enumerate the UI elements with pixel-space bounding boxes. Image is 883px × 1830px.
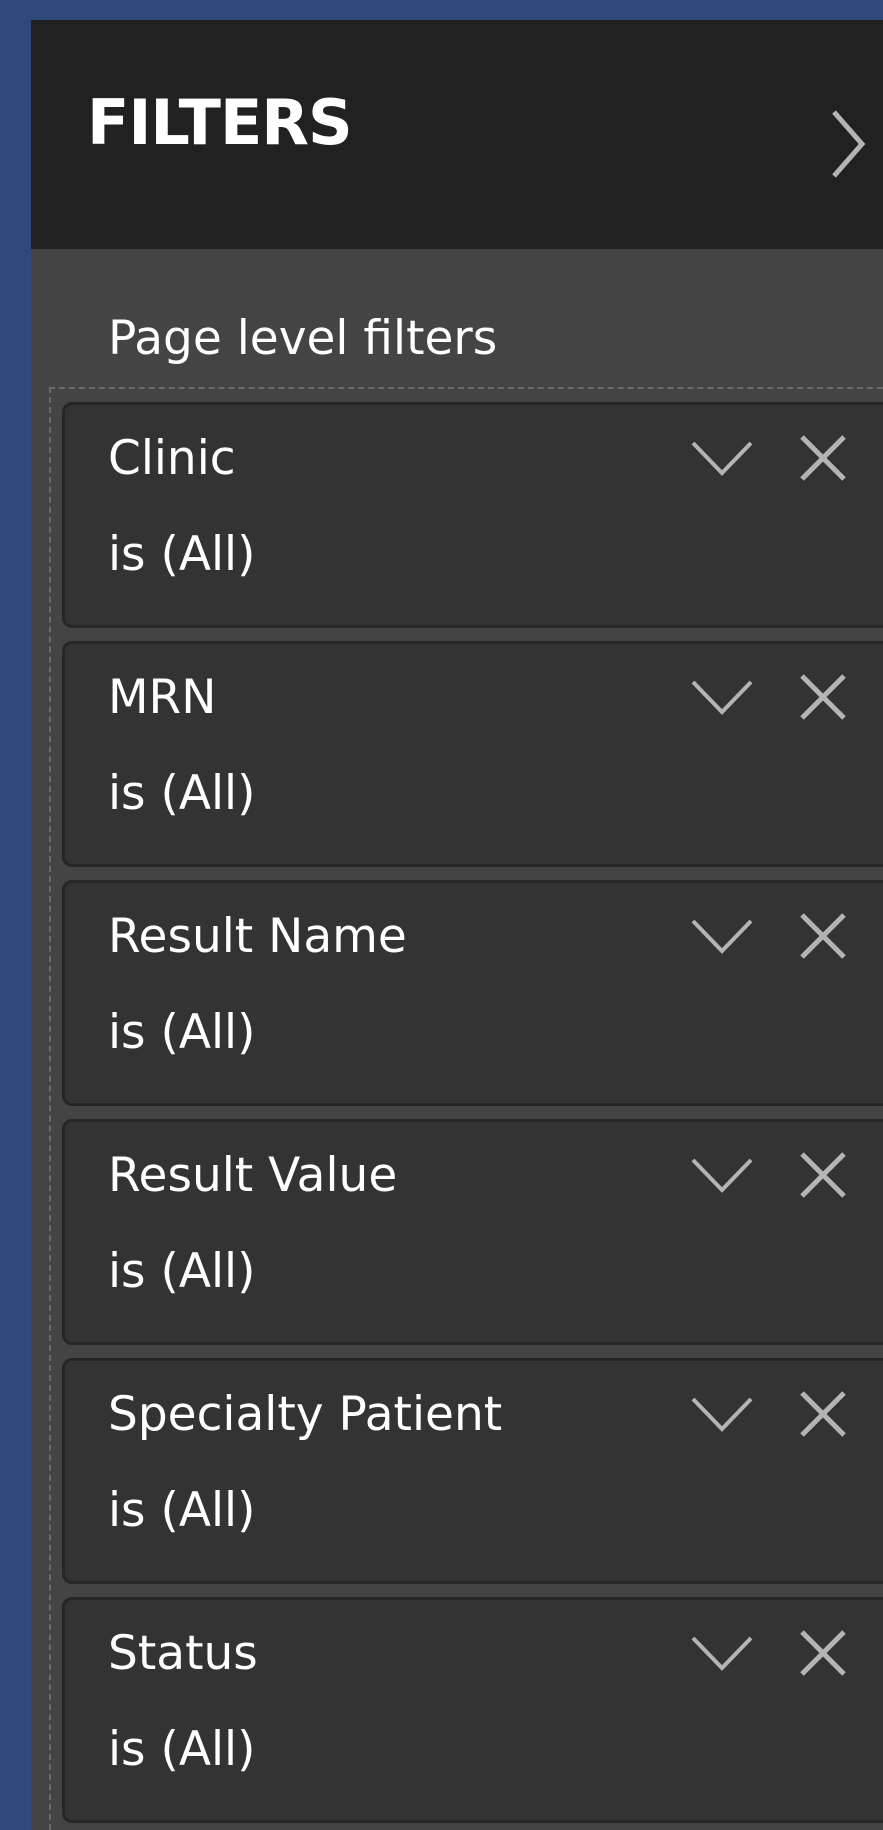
collapse-pane-button[interactable] xyxy=(818,104,878,184)
remove-filter-button[interactable] xyxy=(792,1144,854,1206)
remove-filter-button[interactable] xyxy=(792,1383,854,1445)
filter-card-clinic[interactable]: Clinic is (All) xyxy=(62,402,883,628)
chevron-down-icon xyxy=(691,1397,753,1432)
expand-filter-button[interactable] xyxy=(687,668,757,728)
filter-state: is (All) xyxy=(108,527,256,582)
filters-pane: FILTERS Page level filters Clinic is (Al… xyxy=(31,20,883,1830)
close-icon xyxy=(800,1630,846,1676)
remove-filter-button[interactable] xyxy=(792,427,854,489)
filter-state: is (All) xyxy=(108,1722,256,1777)
close-icon xyxy=(800,674,846,720)
filter-name: Status xyxy=(108,1626,258,1681)
filter-name: MRN xyxy=(108,670,217,725)
expand-filter-button[interactable] xyxy=(687,1385,757,1445)
expand-filter-button[interactable] xyxy=(687,1624,757,1684)
filter-name: Specialty Patient xyxy=(108,1387,503,1442)
filter-state: is (All) xyxy=(108,1244,256,1299)
filter-state: is (All) xyxy=(108,766,256,821)
expand-filter-button[interactable] xyxy=(687,429,757,489)
close-icon xyxy=(800,1152,846,1198)
filter-card-specialty-patient[interactable]: Specialty Patient is (All) xyxy=(62,1358,883,1584)
filter-name: Result Name xyxy=(108,909,407,964)
filter-state: is (All) xyxy=(108,1005,256,1060)
close-icon xyxy=(800,1391,846,1437)
filter-card-mrn[interactable]: MRN is (All) xyxy=(62,641,883,867)
chevron-right-icon xyxy=(832,110,866,178)
page-level-filters-label: Page level filters xyxy=(108,311,498,366)
filter-card-result-value[interactable]: Result Value is (All) xyxy=(62,1119,883,1345)
close-icon xyxy=(800,913,846,959)
remove-filter-button[interactable] xyxy=(792,905,854,967)
expand-filter-button[interactable] xyxy=(687,1146,757,1206)
filter-card-status[interactable]: Status is (All) xyxy=(62,1597,883,1823)
filter-card-result-name[interactable]: Result Name is (All) xyxy=(62,880,883,1106)
chevron-down-icon xyxy=(691,1158,753,1193)
chevron-down-icon xyxy=(691,1636,753,1671)
filters-pane-title: FILTERS xyxy=(87,86,353,159)
remove-filter-button[interactable] xyxy=(792,666,854,728)
filter-state: is (All) xyxy=(108,1483,256,1538)
expand-filter-button[interactable] xyxy=(687,907,757,967)
chevron-down-icon xyxy=(691,919,753,954)
filters-pane-header: FILTERS xyxy=(31,20,883,249)
filter-name: Result Value xyxy=(108,1148,398,1203)
close-icon xyxy=(800,435,846,481)
chevron-down-icon xyxy=(691,441,753,476)
filter-name: Clinic xyxy=(108,431,236,486)
chevron-down-icon xyxy=(691,680,753,715)
remove-filter-button[interactable] xyxy=(792,1622,854,1684)
